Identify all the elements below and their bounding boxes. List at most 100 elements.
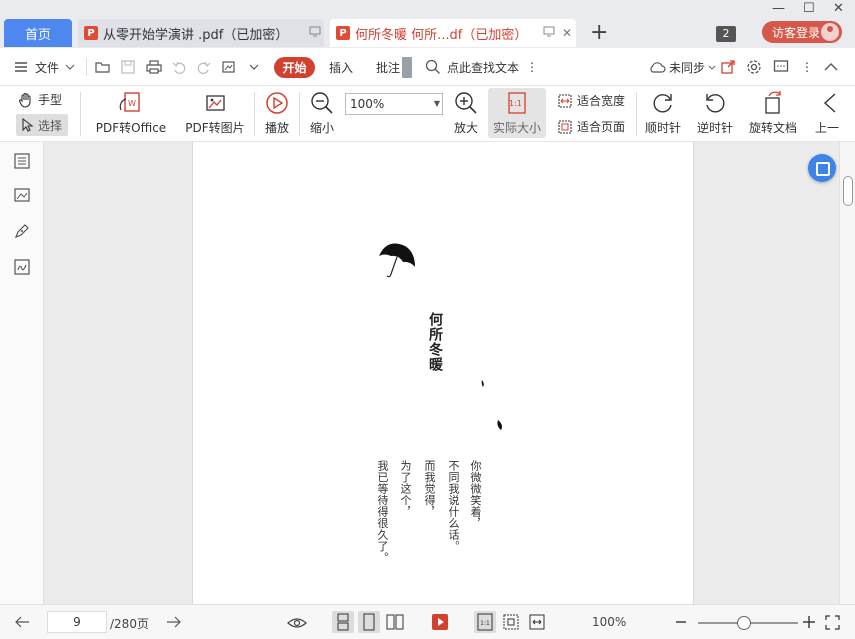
avatar (821, 23, 839, 41)
zoom-in-plus-icon[interactable] (802, 615, 816, 629)
save-icon[interactable] (121, 60, 135, 74)
divider (86, 58, 87, 76)
vertical-scrollbar[interactable] (839, 142, 855, 604)
maximize-icon[interactable]: ☐ (803, 1, 815, 16)
add-tab-button[interactable]: + (590, 21, 608, 45)
previous-page-button[interactable]: 上一 (815, 90, 851, 136)
zoom-in-button[interactable]: 放大 (451, 90, 481, 136)
open-folder-icon[interactable] (95, 60, 111, 74)
divider (299, 92, 300, 136)
annotation-pen-icon[interactable] (13, 222, 31, 240)
pdf-to-image-button[interactable]: PDF转图片 (184, 90, 246, 136)
divider (254, 92, 255, 136)
play-label: 播放 (264, 121, 289, 135)
poem-line-2: 不同我说什么话。 (447, 460, 460, 552)
tab-document-2-title: 何所冬暖 何所...df（已加密） (355, 27, 528, 43)
zoom-in-icon (455, 92, 477, 114)
scrollbar-thumb[interactable] (843, 176, 853, 206)
sync-status-button[interactable]: 未同步 (648, 48, 716, 86)
zoom-out-button[interactable]: 缩小 (307, 90, 337, 136)
next-page-arrow-icon[interactable] (166, 615, 182, 629)
guest-login-button[interactable]: 访客登录 (762, 21, 842, 43)
chevron-up-icon[interactable] (824, 62, 838, 71)
rotate-document-icon (765, 91, 781, 114)
rotate-counterclockwise-label: 逆时针 (696, 121, 733, 135)
divider (80, 92, 81, 136)
zoom-percent-label: 100% (592, 615, 627, 629)
rotate-clockwise-button[interactable]: 顺时针 (643, 90, 683, 136)
tab-home-label: 首页 (24, 27, 51, 43)
play-button[interactable]: 播放 (262, 90, 292, 136)
close-window-icon[interactable]: ✕ (833, 1, 844, 16)
continuous-page-icon (337, 613, 349, 631)
left-sidebar (0, 142, 44, 604)
cursor-arrow-icon (22, 118, 34, 132)
continuous-page-button[interactable] (332, 611, 354, 633)
presentation-play-button[interactable] (429, 611, 451, 633)
search-icon (425, 59, 440, 74)
minimize-icon[interactable]: — (772, 1, 785, 16)
more-options-icon[interactable]: ⋮ (801, 48, 813, 86)
monitor-icon[interactable] (306, 26, 324, 40)
zoom-level-select[interactable]: 100% ▼ (345, 93, 443, 115)
current-page-input[interactable]: 9 (47, 611, 107, 633)
pdf-file-icon: P (84, 26, 98, 40)
pdf-to-office-button[interactable]: W PDF转Office (92, 90, 170, 136)
fit-width-status-button[interactable] (526, 611, 548, 633)
zoom-slider-handle[interactable] (737, 616, 751, 630)
fullscreen-icon[interactable] (825, 615, 840, 630)
fit-page-icon (503, 614, 519, 630)
tab-document-1[interactable]: P 从零开始学演讲 .pdf（已加密） (78, 19, 324, 47)
previous-page-arrow-icon[interactable] (14, 615, 30, 629)
previous-arrow-icon (823, 93, 836, 113)
find-text-label: 点此查找文本 (447, 60, 520, 75)
rotate-counterclockwise-button[interactable]: 逆时针 (695, 90, 735, 136)
rotate-document-button[interactable]: 旋转文档 (747, 90, 799, 136)
two-page-button[interactable] (384, 611, 406, 633)
monitor-icon[interactable] (540, 26, 558, 40)
redo-icon[interactable] (197, 60, 211, 74)
document-canvas[interactable]: 何所冬暖 你微微笑着， 不同我说什么话。 而我觉得， 为了这个， 我已等待得很久… (44, 142, 839, 604)
fit-width-button[interactable]: 适合宽度 (558, 92, 625, 109)
tab-document-2[interactable]: P 何所冬暖 何所...df（已加密） ✕ (330, 19, 576, 47)
find-text-button[interactable]: 点此查找文本 (425, 48, 519, 86)
signature-icon[interactable] (13, 258, 31, 276)
tab-annotate-label: 批注 (376, 60, 401, 75)
zoom-level-value: 100% (350, 97, 385, 111)
print-icon[interactable] (146, 60, 162, 74)
select-tool-button[interactable]: 选择 (16, 114, 68, 136)
rotate-document-label: 旋转文档 (748, 121, 797, 135)
window-count-badge[interactable]: 2 (716, 26, 736, 42)
export-image-icon[interactable] (221, 59, 237, 75)
fit-page-status-button[interactable] (500, 611, 522, 633)
menu-bar: 文件 开始 插入 批注 点此查找文本 ⋮ 未同步 ⋮ (0, 48, 855, 86)
pdf-to-image-label: PDF转图片 (185, 121, 245, 135)
share-icon[interactable] (720, 59, 736, 75)
settings-gear-icon[interactable] (746, 59, 762, 75)
more-options-icon[interactable]: ⋮ (526, 48, 538, 86)
tab-scroll-handle[interactable] (402, 57, 412, 78)
file-menu[interactable]: 文件 (14, 48, 75, 86)
tab-insert[interactable]: 插入 (329, 48, 353, 86)
tab-annotate[interactable]: 批注 (376, 48, 400, 86)
tab-home[interactable]: 首页 (4, 19, 72, 47)
thumbnail-image-icon[interactable] (13, 186, 31, 204)
tab-start[interactable]: 开始 (274, 57, 315, 78)
current-page-value: 9 (73, 615, 81, 629)
pdf-page: 何所冬暖 你微微笑着， 不同我说什么话。 而我觉得， 为了这个， 我已等待得很久… (192, 142, 694, 604)
hand-tool-button[interactable]: 手型 (18, 91, 62, 108)
zoom-out-minus-icon[interactable] (675, 617, 687, 627)
undo-icon[interactable] (172, 60, 186, 74)
floating-tool-button[interactable] (808, 154, 836, 182)
chevron-down-icon[interactable] (249, 64, 259, 70)
close-icon[interactable]: ✕ (558, 26, 576, 40)
fit-page-label: 适合页面 (577, 120, 626, 134)
pdf-file-icon: P (336, 26, 350, 40)
comment-icon[interactable] (773, 59, 789, 75)
single-page-button[interactable] (358, 611, 380, 633)
previous-page-label: 上一 (815, 121, 840, 135)
eye-reading-mode-icon[interactable] (287, 614, 307, 630)
actual-size-status-button[interactable]: 1:1 (474, 611, 496, 633)
outline-list-icon[interactable] (13, 152, 31, 170)
fit-page-button[interactable]: 适合页面 (558, 118, 625, 135)
